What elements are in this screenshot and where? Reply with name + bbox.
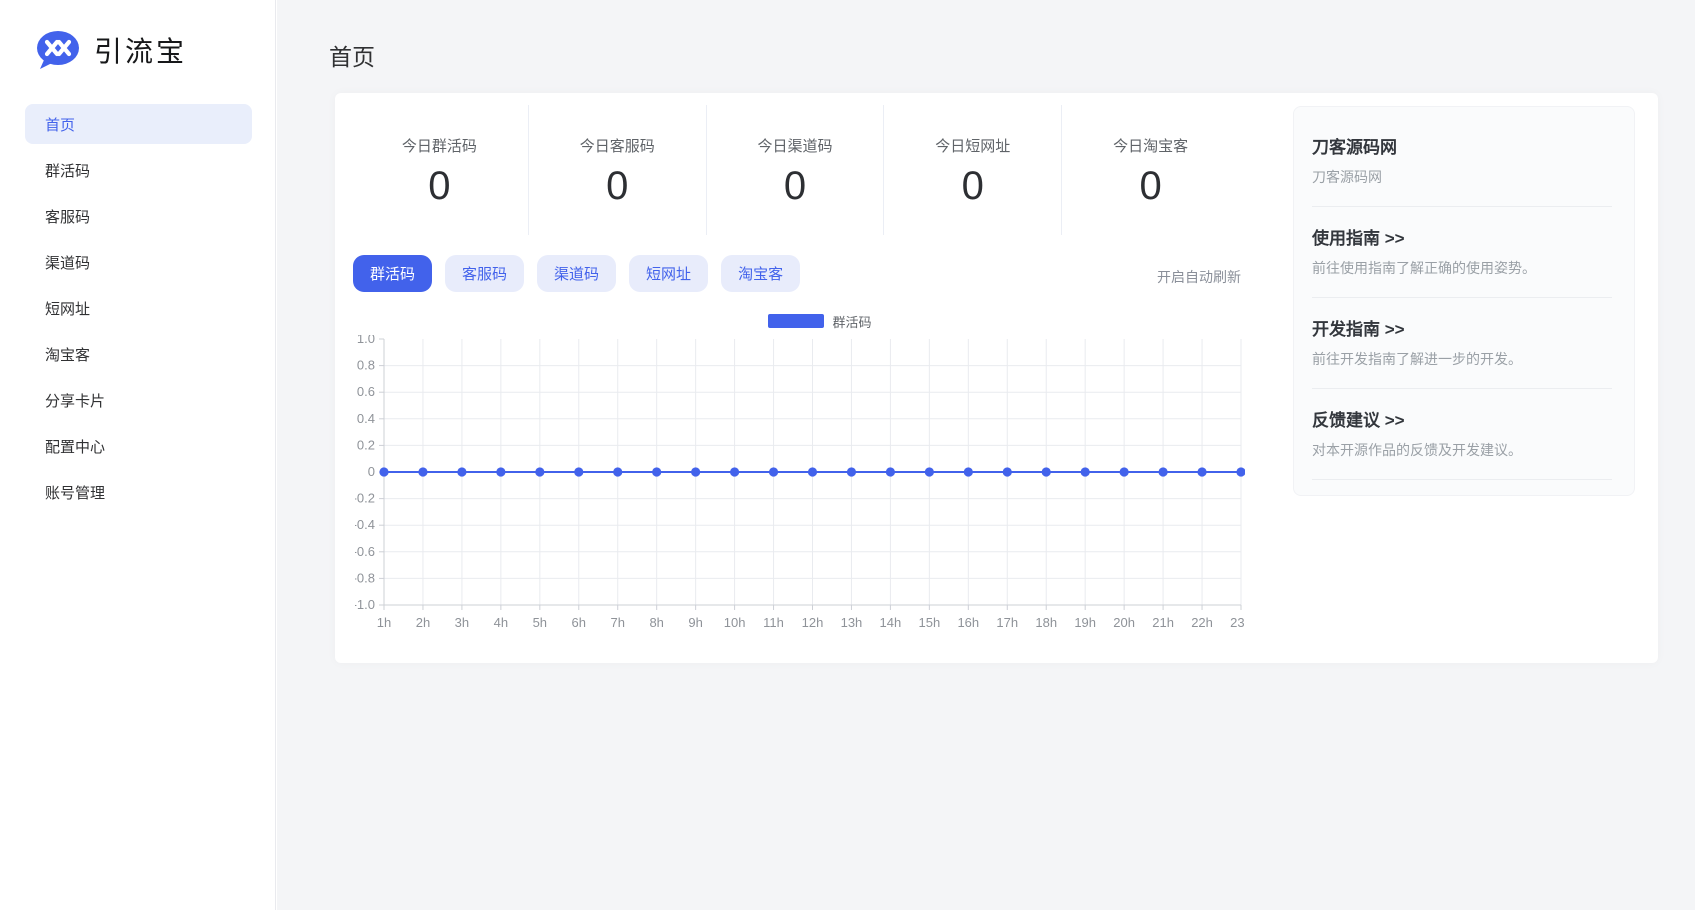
stat-label: 今日淘宝客	[1062, 135, 1239, 156]
tab-short-url[interactable]: 短网址	[629, 255, 708, 292]
svg-text:16h: 16h	[957, 615, 979, 630]
stat-value: 0	[351, 164, 528, 209]
logo[interactable]: 引流宝	[0, 0, 275, 70]
svg-text:22h: 22h	[1191, 615, 1213, 630]
info-section-dev-guide: 开发指南 >> 前往开发指南了解进一步的开发。	[1312, 315, 1612, 389]
sidebar-nav: 首页 群活码 客服码 渠道码 短网址 淘宝客 分享卡片 配置中心 账号管理	[0, 104, 275, 512]
svg-text:8h: 8h	[649, 615, 663, 630]
stat-service-code: 今日客服码 0	[529, 105, 707, 235]
stat-value: 0	[1062, 164, 1239, 209]
tab-channel-code[interactable]: 渠道码	[537, 255, 616, 292]
dashboard-card: 今日群活码 0 今日客服码 0 今日渠道码 0 今日短网址 0 今日淘宝客	[335, 93, 1658, 663]
stat-channel-code: 今日渠道码 0	[707, 105, 885, 235]
info-desc: 前往开发指南了解进一步的开发。	[1312, 349, 1612, 369]
stat-label: 今日客服码	[529, 135, 706, 156]
sidebar-item-short-url[interactable]: 短网址	[25, 288, 252, 328]
app-logo-icon	[36, 30, 80, 70]
stat-value: 0	[529, 164, 706, 209]
sidebar: 引流宝 首页 群活码 客服码 渠道码 短网址 淘宝客 分享卡片 配置中心 账号管…	[0, 0, 276, 910]
sidebar-item-channel-code[interactable]: 渠道码	[25, 242, 252, 282]
svg-text:21h: 21h	[1152, 615, 1174, 630]
sidebar-item-config-center[interactable]: 配置中心	[25, 426, 252, 466]
stat-value: 0	[884, 164, 1061, 209]
svg-text:-0.2: -0.2	[355, 491, 375, 506]
legend-swatch-icon	[768, 314, 824, 328]
info-link-feedback[interactable]: 反馈建议 >>	[1312, 406, 1612, 431]
tab-service-code[interactable]: 客服码	[445, 255, 524, 292]
sidebar-item-group-code[interactable]: 群活码	[25, 150, 252, 190]
sidebar-item-account-mgmt[interactable]: 账号管理	[25, 472, 252, 512]
svg-text:6h: 6h	[572, 615, 586, 630]
svg-text:-1.0: -1.0	[355, 597, 375, 612]
sidebar-item-share-card[interactable]: 分享卡片	[25, 380, 252, 420]
stat-label: 今日群活码	[351, 135, 528, 156]
stat-label: 今日渠道码	[707, 135, 884, 156]
svg-text:11h: 11h	[763, 615, 784, 630]
svg-text:0.2: 0.2	[357, 437, 375, 452]
svg-text:-0.6: -0.6	[355, 544, 375, 559]
chart-tabs: 群活码 客服码 渠道码 短网址 淘宝客	[353, 255, 800, 292]
svg-text:3h: 3h	[455, 615, 469, 630]
svg-text:7h: 7h	[610, 615, 624, 630]
svg-text:20h: 20h	[1113, 615, 1135, 630]
svg-text:1.0: 1.0	[357, 335, 375, 346]
svg-text:13h: 13h	[841, 615, 863, 630]
info-link-usage-guide[interactable]: 使用指南 >>	[1312, 224, 1612, 249]
svg-text:5h: 5h	[533, 615, 547, 630]
info-panel: 刀客源码网 刀客源码网 使用指南 >> 前往使用指南了解正确的使用姿势。 开发指…	[1293, 106, 1635, 496]
info-section-site: 刀客源码网 刀客源码网	[1312, 133, 1612, 207]
stats-row: 今日群活码 0 今日客服码 0 今日渠道码 0 今日短网址 0 今日淘宝客	[351, 105, 1239, 235]
line-chart: 1.0 0.8 0.6 0.4 0.2 0 -0.2 -0.4 -0.6 -0.8 -1.01h 2h…	[355, 335, 1245, 645]
svg-text:9h: 9h	[688, 615, 702, 630]
app-name: 引流宝	[94, 30, 187, 70]
svg-text:18h: 18h	[1035, 615, 1057, 630]
info-desc: 对本开源作品的反馈及开发建议。	[1312, 440, 1612, 460]
chart-block: 群活码 1.0 0.8 0.6 0.4 0.2 0 -0.2 -0.4 -0.6 -0.8 -1.0…	[355, 305, 1245, 645]
svg-text:0.8: 0.8	[357, 358, 375, 373]
info-section-usage-guide: 使用指南 >> 前往使用指南了解正确的使用姿势。	[1312, 224, 1612, 298]
svg-text:15h: 15h	[919, 615, 941, 630]
auto-refresh-toggle[interactable]: 开启自动刷新	[1091, 267, 1241, 287]
info-section-feedback: 反馈建议 >> 对本开源作品的反馈及开发建议。	[1312, 406, 1612, 480]
stat-group-code: 今日群活码 0	[351, 105, 529, 235]
stat-short-url: 今日短网址 0	[884, 105, 1062, 235]
sidebar-item-taobao-ke[interactable]: 淘宝客	[25, 334, 252, 374]
page-title: 首页	[329, 38, 375, 72]
sidebar-item-home[interactable]: 首页	[25, 104, 252, 144]
legend-label: 群活码	[832, 312, 871, 331]
svg-text:12h: 12h	[802, 615, 824, 630]
stat-value: 0	[707, 164, 884, 209]
svg-text:23h: 23h	[1230, 615, 1245, 630]
chart-legend[interactable]: 群活码	[355, 313, 1245, 329]
svg-text:0.6: 0.6	[357, 384, 375, 399]
tab-taobao-ke[interactable]: 淘宝客	[721, 255, 800, 292]
info-link-dev-guide[interactable]: 开发指南 >>	[1312, 315, 1612, 340]
svg-text:4h: 4h	[494, 615, 508, 630]
svg-text:1h: 1h	[377, 615, 391, 630]
svg-text:2h: 2h	[416, 615, 430, 630]
stat-taobao-ke: 今日淘宝客 0	[1062, 105, 1239, 235]
info-link-site[interactable]: 刀客源码网	[1312, 133, 1612, 158]
info-desc: 前往使用指南了解正确的使用姿势。	[1312, 258, 1612, 278]
main-content: 首页 今日群活码 0 今日客服码 0 今日渠道码 0 今日短网址 0	[277, 0, 1695, 910]
svg-text:-0.4: -0.4	[355, 517, 375, 532]
info-desc: 刀客源码网	[1312, 167, 1612, 187]
app-root: 引流宝 首页 群活码 客服码 渠道码 短网址 淘宝客 分享卡片 配置中心 账号管…	[0, 0, 1695, 910]
svg-text:10h: 10h	[724, 615, 746, 630]
svg-text:0: 0	[368, 464, 375, 479]
svg-text:19h: 19h	[1074, 615, 1096, 630]
sidebar-item-service-code[interactable]: 客服码	[25, 196, 252, 236]
stat-label: 今日短网址	[884, 135, 1061, 156]
tab-group-code[interactable]: 群活码	[353, 255, 432, 292]
svg-text:14h: 14h	[880, 615, 902, 630]
svg-text:0.4: 0.4	[357, 411, 375, 426]
svg-text:-0.8: -0.8	[355, 570, 375, 585]
svg-text:17h: 17h	[996, 615, 1018, 630]
